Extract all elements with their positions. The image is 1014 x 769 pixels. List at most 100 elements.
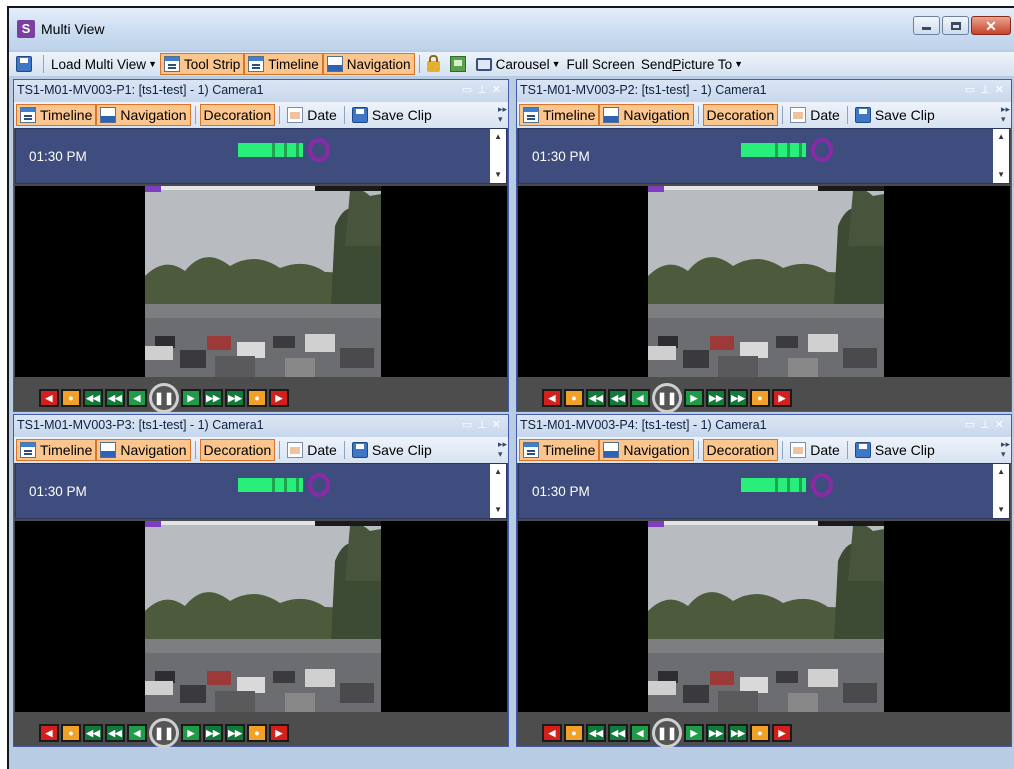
load-multi-view-dropdown[interactable]: Load Multi View ▼ bbox=[48, 53, 160, 75]
step-back-button[interactable]: ◀ bbox=[127, 389, 147, 407]
recording-bar[interactable] bbox=[741, 478, 806, 492]
fast-forward-more-button[interactable]: ▶▶ bbox=[728, 389, 748, 407]
panel-title-bar[interactable]: TS1-M01-MV003-P1: [ts1-test] - 1) Camera… bbox=[14, 80, 508, 102]
panel-pin-icon[interactable]: ⊥ bbox=[980, 84, 995, 96]
timeline-scrollbar[interactable]: ▲ ▼ bbox=[993, 129, 1009, 183]
panel-date-button[interactable]: Date bbox=[787, 439, 843, 461]
title-bar[interactable]: S Multi View ✕ bbox=[9, 8, 1014, 50]
toolbar-overflow-icon[interactable]: ▸▸ ▾ bbox=[498, 439, 507, 459]
panel-pin-icon[interactable]: ⊥ bbox=[477, 84, 492, 96]
navigation-toggle[interactable]: Navigation bbox=[322, 53, 415, 75]
panel-navigation-toggle[interactable]: Navigation bbox=[96, 104, 191, 126]
toolbar-overflow-icon[interactable]: ▸▸ ▾ bbox=[1001, 104, 1010, 124]
jump-live-button[interactable]: ▶ bbox=[772, 724, 792, 742]
panel-date-button[interactable]: Date bbox=[284, 439, 340, 461]
scroll-down-icon[interactable]: ▼ bbox=[997, 505, 1005, 514]
maximize-button[interactable] bbox=[942, 16, 969, 35]
save-button[interactable] bbox=[13, 53, 39, 75]
playhead-marker[interactable] bbox=[811, 138, 833, 162]
fast-forward-more-button[interactable]: ▶▶ bbox=[225, 389, 245, 407]
panel-title-bar[interactable]: TS1-M01-MV003-P4: [ts1-test] - 1) Camera… bbox=[517, 415, 1011, 437]
timeline-scrollbar[interactable]: ▲ ▼ bbox=[993, 464, 1009, 518]
jump-start-button[interactable]: ◀ bbox=[39, 389, 59, 407]
timeline-scrollbar[interactable]: ▲ ▼ bbox=[490, 464, 506, 518]
panel-decoration-toggle[interactable]: Decoration bbox=[702, 439, 779, 461]
next-event-button[interactable]: ● bbox=[247, 389, 267, 407]
close-button[interactable]: ✕ bbox=[971, 16, 1011, 35]
fast-forward-button[interactable]: ▶▶ bbox=[706, 724, 726, 742]
previous-event-button[interactable]: ● bbox=[564, 389, 584, 407]
panel-close-icon[interactable]: ✕ bbox=[492, 84, 506, 96]
panel-date-button[interactable]: Date bbox=[284, 104, 340, 126]
timeline-strip[interactable]: 01:30 PM ▲ ▼ bbox=[15, 463, 507, 519]
panel-close-icon[interactable]: ✕ bbox=[995, 84, 1009, 96]
recording-bar[interactable] bbox=[238, 478, 303, 492]
scroll-down-icon[interactable]: ▼ bbox=[494, 505, 502, 514]
pause-button[interactable]: ❚❚ bbox=[652, 718, 682, 748]
recording-bar[interactable] bbox=[238, 143, 303, 157]
send-picture-to-dropdown[interactable]: Send Picture To ▼ bbox=[638, 53, 746, 75]
previous-event-button[interactable]: ● bbox=[564, 724, 584, 742]
next-event-button[interactable]: ● bbox=[750, 389, 770, 407]
playhead-marker[interactable] bbox=[811, 473, 833, 497]
step-forward-button[interactable]: ▶ bbox=[181, 724, 201, 742]
fast-forward-button[interactable]: ▶▶ bbox=[203, 389, 223, 407]
step-forward-button[interactable]: ▶ bbox=[684, 724, 704, 742]
step-forward-button[interactable]: ▶ bbox=[181, 389, 201, 407]
next-event-button[interactable]: ● bbox=[750, 724, 770, 742]
next-event-button[interactable]: ● bbox=[247, 724, 267, 742]
panel-decoration-toggle[interactable]: Decoration bbox=[199, 439, 276, 461]
panel-timeline-toggle[interactable]: Timeline bbox=[16, 439, 97, 461]
scroll-up-icon[interactable]: ▲ bbox=[997, 132, 1005, 141]
video-viewport[interactable] bbox=[518, 186, 1010, 377]
fast-forward-button[interactable]: ▶▶ bbox=[203, 724, 223, 742]
previous-event-button[interactable]: ● bbox=[61, 389, 81, 407]
panel-close-icon[interactable]: ✕ bbox=[492, 419, 506, 431]
recording-bar[interactable] bbox=[741, 143, 806, 157]
rewind-button[interactable]: ◀◀ bbox=[105, 724, 125, 742]
scroll-up-icon[interactable]: ▲ bbox=[997, 467, 1005, 476]
timeline-strip[interactable]: 01:30 PM ▲ ▼ bbox=[15, 128, 507, 184]
panel-date-button[interactable]: Date bbox=[787, 104, 843, 126]
jump-start-button[interactable]: ◀ bbox=[39, 724, 59, 742]
tool-strip-toggle[interactable]: Tool Strip bbox=[159, 53, 245, 75]
timeline-scrollbar[interactable]: ▲ ▼ bbox=[490, 129, 506, 183]
step-back-button[interactable]: ◀ bbox=[630, 389, 650, 407]
panel-float-icon[interactable]: ▭ bbox=[965, 84, 980, 96]
panel-navigation-toggle[interactable]: Navigation bbox=[599, 439, 694, 461]
timeline-toggle[interactable]: Timeline bbox=[244, 53, 323, 75]
pause-button[interactable]: ❚❚ bbox=[652, 383, 682, 413]
panel-float-icon[interactable]: ▭ bbox=[462, 84, 477, 96]
jump-live-button[interactable]: ▶ bbox=[269, 389, 289, 407]
panel-float-icon[interactable]: ▭ bbox=[965, 419, 980, 431]
scroll-up-icon[interactable]: ▲ bbox=[494, 132, 502, 141]
lock-button[interactable] bbox=[424, 53, 447, 75]
fast-forward-more-button[interactable]: ▶▶ bbox=[728, 724, 748, 742]
panel-pin-icon[interactable]: ⊥ bbox=[477, 419, 492, 431]
playhead-marker[interactable] bbox=[308, 138, 330, 162]
playhead-marker[interactable] bbox=[308, 473, 330, 497]
step-back-button[interactable]: ◀ bbox=[127, 724, 147, 742]
rewind-button[interactable]: ◀◀ bbox=[608, 389, 628, 407]
video-viewport[interactable] bbox=[15, 186, 507, 377]
step-forward-button[interactable]: ▶ bbox=[684, 389, 704, 407]
fast-forward-button[interactable]: ▶▶ bbox=[706, 389, 726, 407]
panel-navigation-toggle[interactable]: Navigation bbox=[96, 439, 191, 461]
rewind-fast-button[interactable]: ◀◀ bbox=[83, 389, 103, 407]
panel-title-bar[interactable]: TS1-M01-MV003-P3: [ts1-test] - 1) Camera… bbox=[14, 415, 508, 437]
rewind-button[interactable]: ◀◀ bbox=[105, 389, 125, 407]
panel-save-clip-button[interactable]: Save Clip bbox=[349, 104, 435, 126]
pause-button[interactable]: ❚❚ bbox=[149, 718, 179, 748]
previous-event-button[interactable]: ● bbox=[61, 724, 81, 742]
carousel-dropdown[interactable]: Carousel ▼ bbox=[473, 53, 564, 75]
step-back-button[interactable]: ◀ bbox=[630, 724, 650, 742]
panel-pin-icon[interactable]: ⊥ bbox=[980, 419, 995, 431]
jump-live-button[interactable]: ▶ bbox=[269, 724, 289, 742]
jump-start-button[interactable]: ◀ bbox=[542, 389, 562, 407]
panel-navigation-toggle[interactable]: Navigation bbox=[599, 104, 694, 126]
timeline-strip[interactable]: 01:30 PM ▲ ▼ bbox=[518, 463, 1010, 519]
panel-timeline-toggle[interactable]: Timeline bbox=[519, 439, 600, 461]
rewind-fast-button[interactable]: ◀◀ bbox=[586, 724, 606, 742]
panel-close-icon[interactable]: ✕ bbox=[995, 419, 1009, 431]
jump-start-button[interactable]: ◀ bbox=[542, 724, 562, 742]
